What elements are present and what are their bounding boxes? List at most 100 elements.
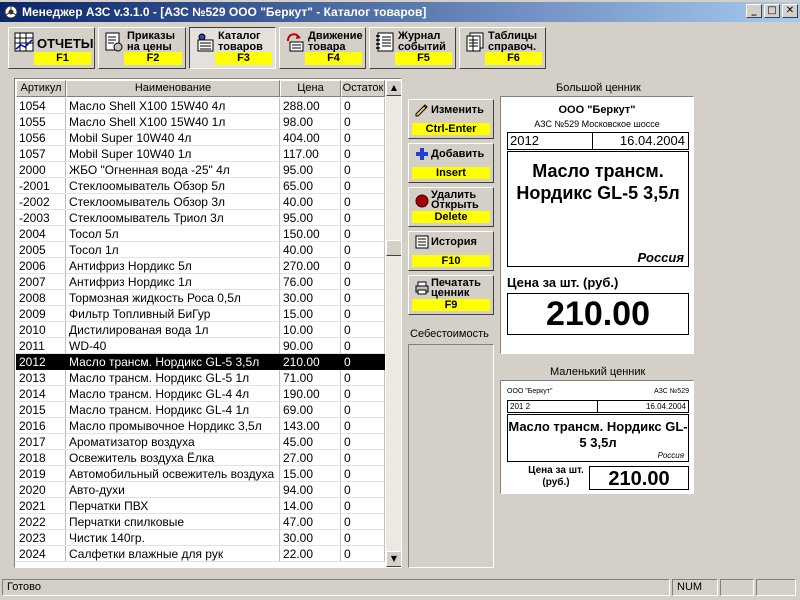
table-row[interactable]: 1055 Масло Shell X100 15W40 1л 98.00 0: [16, 114, 385, 130]
table-row[interactable]: 2008 Тормозная жидкость Роса 0,5л 30.00 0: [16, 290, 385, 306]
table-row[interactable]: 2011 WD-40 90.00 0: [16, 338, 385, 354]
cell-stock: 0: [341, 530, 385, 546]
edit-hotkey: Ctrl-Enter: [412, 123, 490, 135]
cell-article: 2015: [16, 402, 66, 418]
cell-article: 2014: [16, 386, 66, 402]
delete-circle-icon: [415, 194, 429, 208]
vertical-scrollbar[interactable]: ▲ ▼: [386, 80, 401, 567]
add-button[interactable]: Добавить Insert: [408, 143, 494, 183]
event-log-button[interactable]: Журнал событий F5: [369, 27, 456, 69]
catalog-button[interactable]: Каталог товаров F3: [189, 27, 276, 69]
print-price-tag-label: Печатать ценник: [431, 278, 481, 299]
print-hotkey: F9: [412, 299, 490, 311]
cell-price: 98.00: [280, 114, 341, 130]
table-row[interactable]: 2015 Масло трансм. Нордикс GL-4 1л 69.00 0: [16, 402, 385, 418]
pencil-icon: [415, 103, 429, 117]
cell-name: Авто-духи: [66, 482, 280, 498]
table-row[interactable]: 2007 Антифриз Нордикс 1л 76.00 0: [16, 274, 385, 290]
table-row[interactable]: 2023 Чистик 140гр. 30.00 0: [16, 530, 385, 546]
reference-tables-icon: [465, 32, 485, 52]
table-row[interactable]: 2004 Тосол 5л 150.00 0: [16, 226, 385, 242]
table-row[interactable]: 2020 Авто-духи 94.00 0: [16, 482, 385, 498]
table-row[interactable]: 2017 Ароматизатор воздуха 45.00 0: [16, 434, 385, 450]
cell-stock: 0: [341, 242, 385, 258]
table-row[interactable]: 2024 Салфетки влажные для рук 22.00 0: [16, 546, 385, 562]
scroll-thumb[interactable]: [386, 240, 401, 256]
cell-name: Антифриз Нордикс 1л: [66, 274, 280, 290]
cell-stock: 0: [341, 114, 385, 130]
price-orders-button[interactable]: Приказы на цены F2: [98, 27, 186, 69]
maximize-button[interactable]: □: [764, 4, 780, 18]
goods-movement-label: Движение товара: [308, 31, 363, 53]
cell-stock: 0: [341, 98, 385, 114]
cell-article: 2021: [16, 498, 66, 514]
cell-name: Дистилированая вода 1л: [66, 322, 280, 338]
cell-stock: 0: [341, 418, 385, 434]
cell-price: 15.00: [280, 306, 341, 322]
big-tag-price-box: 210.00: [507, 293, 689, 335]
table-row[interactable]: 2022 Перчатки спилковые 47.00 0: [16, 514, 385, 530]
scroll-down-button[interactable]: ▼: [386, 551, 401, 567]
reference-tables-button[interactable]: Таблицы справоч. F6: [459, 27, 546, 69]
delete-open-label: Удалить Открыть: [431, 190, 479, 211]
cell-stock: 0: [341, 146, 385, 162]
table-row[interactable]: 2005 Тосол 1л 40.00 0: [16, 242, 385, 258]
cell-stock: 0: [341, 466, 385, 482]
cell-article: 2010: [16, 322, 66, 338]
reports-button[interactable]: ОТЧЕТЫ F1: [8, 27, 95, 69]
table-row[interactable]: 1054 Масло Shell X100 15W40 4л 288.00 0: [16, 98, 385, 114]
column-header-price[interactable]: Цена: [280, 80, 341, 97]
print-price-tag-button[interactable]: Печатать ценник F9: [408, 275, 494, 315]
cell-price: 95.00: [280, 162, 341, 178]
price-orders-label: Приказы на цены: [127, 31, 175, 53]
column-header-name[interactable]: Наименование: [66, 80, 280, 97]
table-row[interactable]: -2003 Стеклоомыватель Триол 3л 95.00 0: [16, 210, 385, 226]
cost-price-label: Себестоимость: [410, 328, 489, 340]
cell-article: 2020: [16, 482, 66, 498]
cell-stock: 0: [341, 258, 385, 274]
table-row[interactable]: 2009 Фильтр Топливный БиГур 15.00 0: [16, 306, 385, 322]
minimize-button[interactable]: _: [746, 4, 762, 18]
cell-stock: 0: [341, 130, 385, 146]
table-row[interactable]: 2000 ЖБО "Огненная вода -25" 4л 95.00 0: [16, 162, 385, 178]
table-row[interactable]: 2016 Масло промывочное Нордикс 3,5л 143.00…: [16, 418, 385, 434]
delete-open-button[interactable]: Удалить Открыть Delete: [408, 187, 494, 227]
cell-price: 69.00: [280, 402, 341, 418]
history-button[interactable]: История F10: [408, 231, 494, 271]
column-header-article[interactable]: Артикул: [16, 80, 66, 97]
table-row[interactable]: 2006 Антифриз Нордикс 5л 270.00 0: [16, 258, 385, 274]
cell-name: Перчатки спилковые: [66, 514, 280, 530]
close-button[interactable]: ✕: [782, 4, 798, 18]
table-row[interactable]: -2001 Стеклоомыватель Обзор 5л 65.00 0: [16, 178, 385, 194]
column-header-stock[interactable]: Остаток: [341, 80, 385, 97]
edit-button[interactable]: Изменить Ctrl-Enter: [408, 99, 494, 139]
small-tag-name-box: Масло трансм. Нордикс GL-5 3,5л Россия: [507, 414, 689, 462]
table-row[interactable]: 2010 Дистилированая вода 1л 10.00 0: [16, 322, 385, 338]
scroll-up-button[interactable]: ▲: [386, 80, 401, 96]
cell-name: Масло трансм. Нордикс GL-5 1л: [66, 370, 280, 386]
title-bar[interactable]: Менеджер АЗС v.3.1.0 - [АЗС №529 ООО "Бе…: [0, 2, 800, 22]
cell-name: Mobil Super 10W40 4л: [66, 130, 280, 146]
cell-article: 2008: [16, 290, 66, 306]
cell-stock: 0: [341, 338, 385, 354]
table-row[interactable]: 2021 Перчатки ПВХ 14.00 0: [16, 498, 385, 514]
table-row-selected[interactable]: 2012 Масло трансм. Нордикс GL-5 3,5л 210.0…: [16, 354, 385, 370]
table-row[interactable]: 2018 Освежитель воздуха Ёлка 27.00 0: [16, 450, 385, 466]
goods-movement-button[interactable]: Движение товара F4: [279, 27, 366, 69]
product-grid[interactable]: Артикул Наименование Цена Остаток 1054 Ма…: [14, 78, 402, 568]
print-label-line2: ценник: [431, 287, 470, 299]
cell-price: 47.00: [280, 514, 341, 530]
delete-hotkey: Delete: [412, 211, 490, 223]
table-row[interactable]: 2013 Масло трансм. Нордикс GL-5 1л 71.00 0: [16, 370, 385, 386]
table-row[interactable]: 1057 Mobil Super 10W40 1л 117.00 0: [16, 146, 385, 162]
small-tag-product-name: Масло трансм. Нордикс GL-5 3,5л: [508, 419, 688, 450]
cell-name: Масло трансм. Нордикс GL-4 1л: [66, 402, 280, 418]
table-row[interactable]: 2019 Автомобильный освежитель воздуха 15.0…: [16, 466, 385, 482]
cell-name: Автомобильный освежитель воздуха: [66, 466, 280, 482]
table-row[interactable]: -2002 Стеклоомыватель Обзор 3л 40.00 0: [16, 194, 385, 210]
table-row[interactable]: 1056 Mobil Super 10W40 4л 404.00 0: [16, 130, 385, 146]
cell-name: Фильтр Топливный БиГур: [66, 306, 280, 322]
small-tag-country: Россия: [657, 451, 684, 460]
cell-article: 2007: [16, 274, 66, 290]
table-row[interactable]: 2014 Масло трансм. Нордикс GL-4 4л 190.00 0: [16, 386, 385, 402]
